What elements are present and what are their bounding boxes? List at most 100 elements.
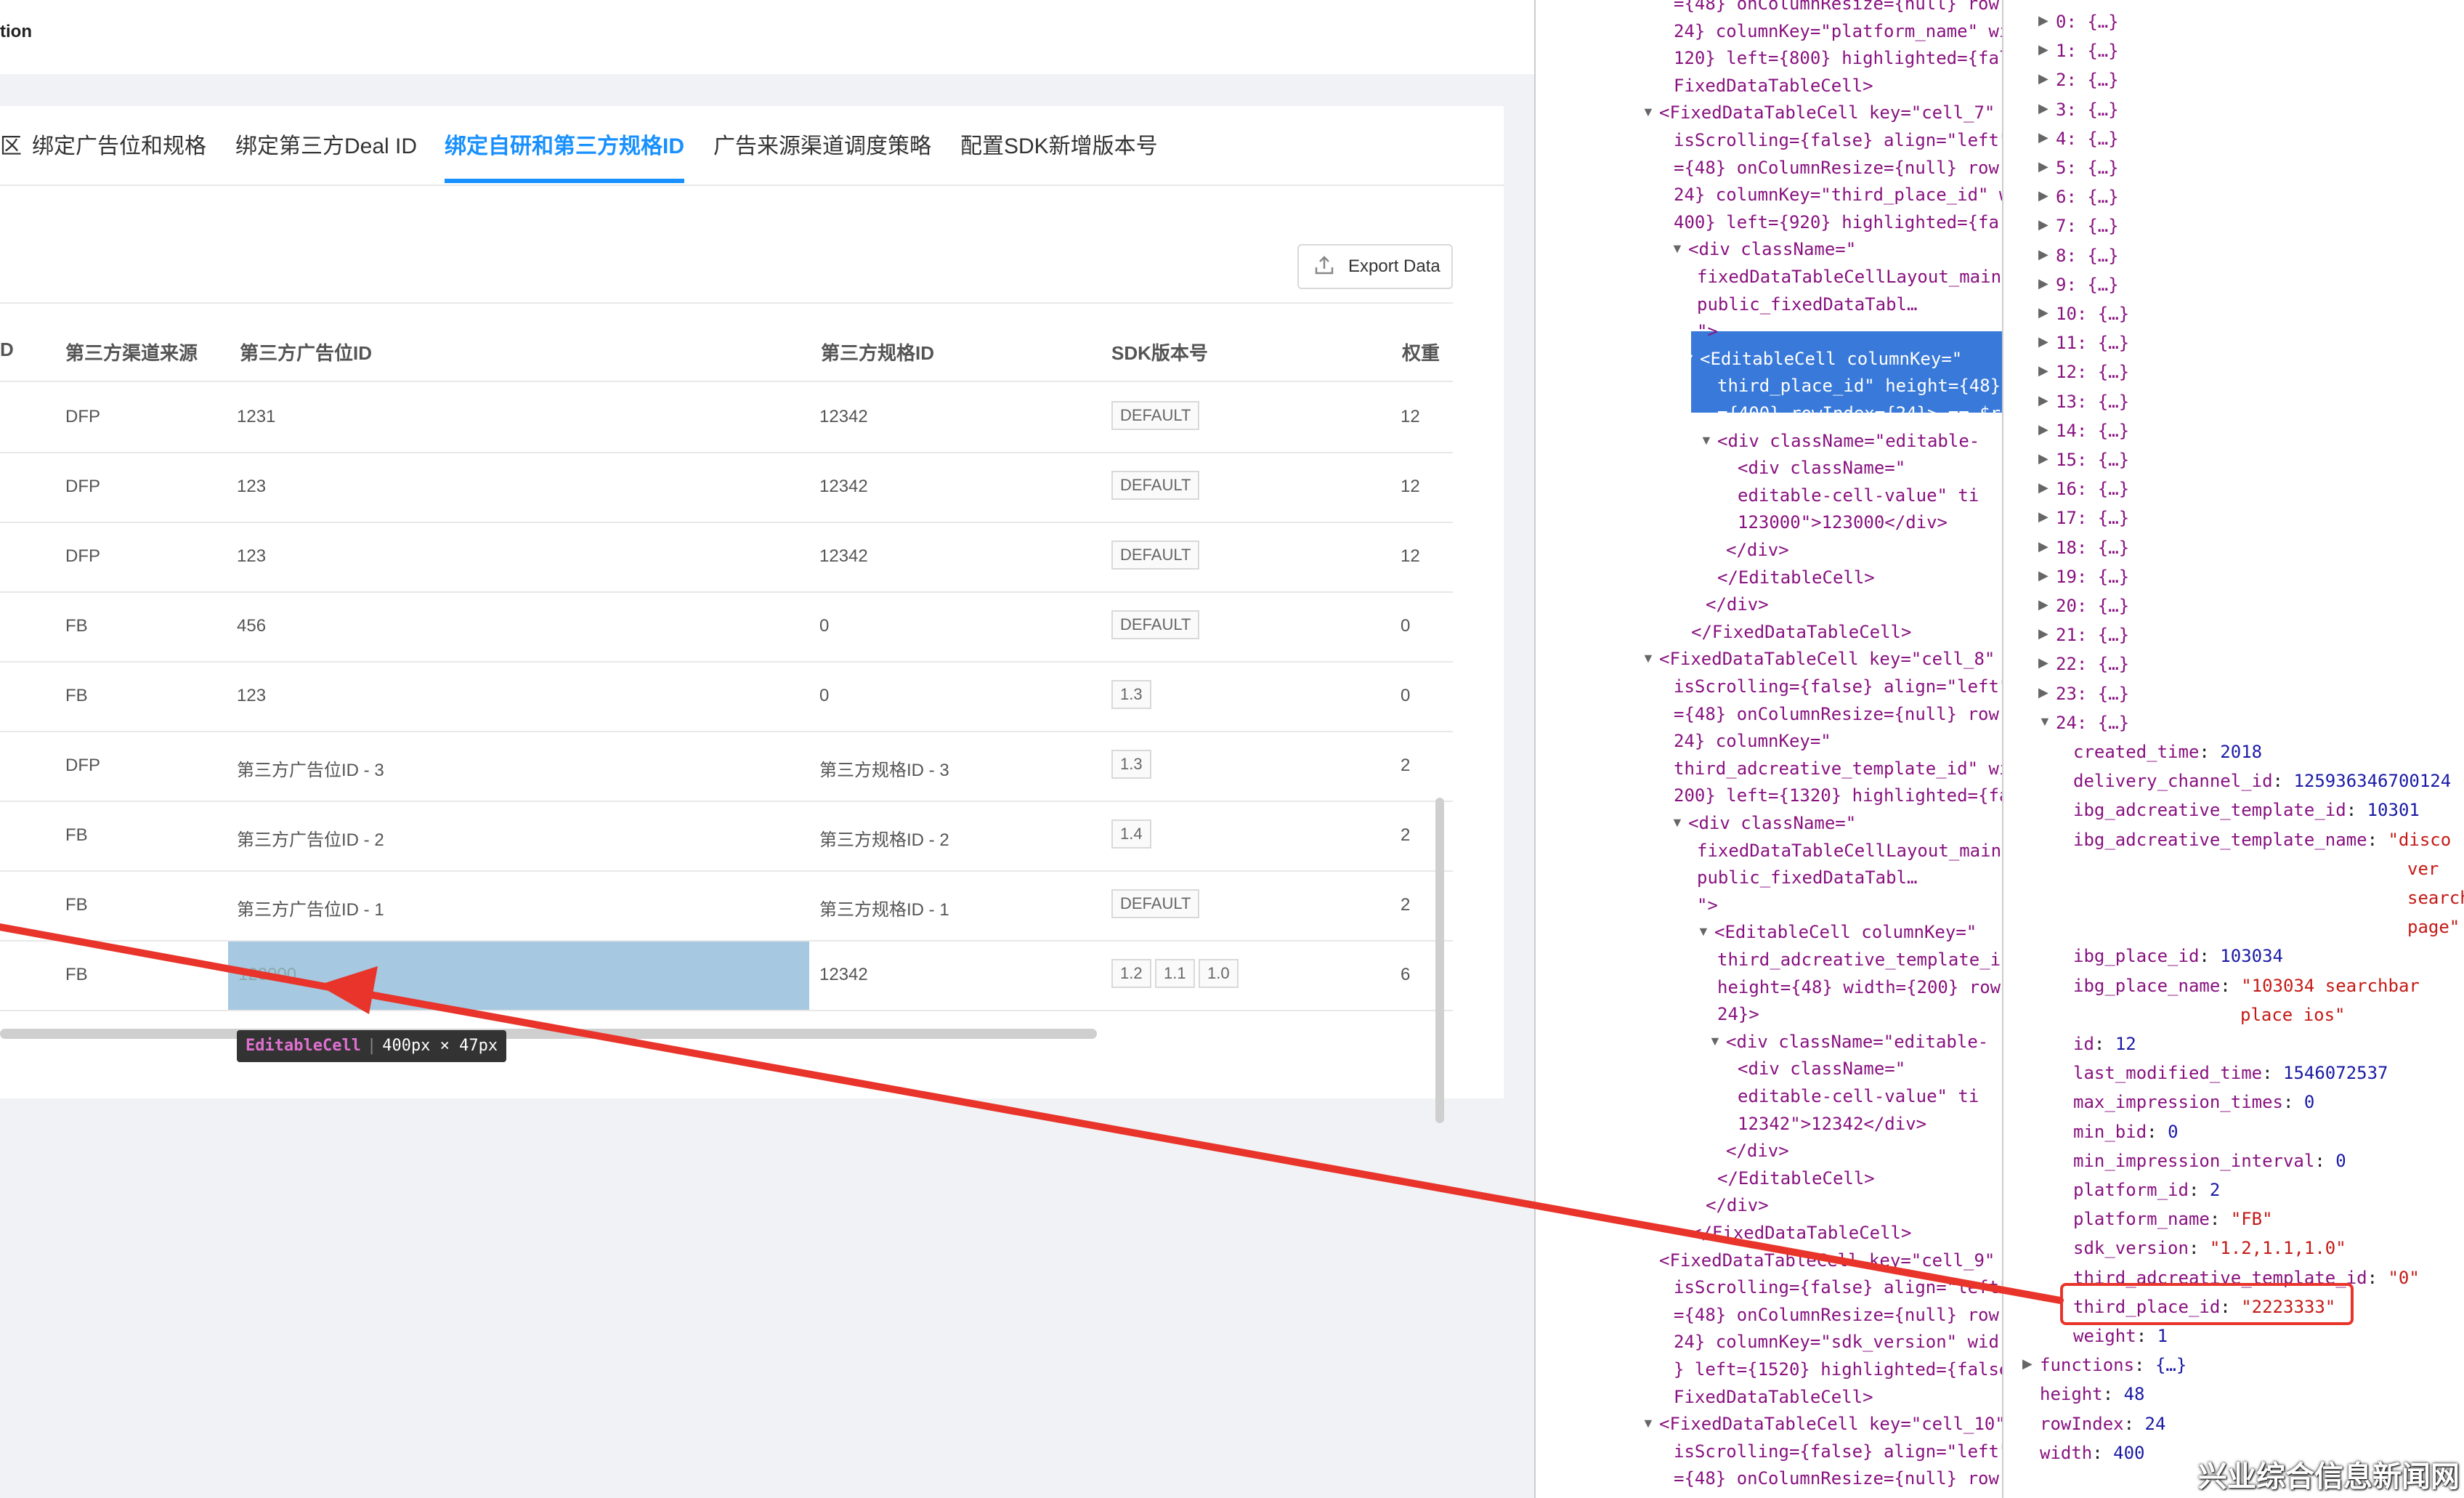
dom-tree-line[interactable]: <EditableCell columnKey=" (1714, 918, 1977, 946)
cell-third-ad-id[interactable]: 第三方广告位ID - 2 (237, 825, 384, 851)
expand-triangle-icon[interactable]: ▶ (2038, 217, 2048, 232)
dom-tree-line[interactable]: </div> (1726, 1137, 1789, 1165)
expand-triangle-icon[interactable]: ▶ (2038, 685, 2048, 700)
dom-tree-line[interactable]: 24} columnKey="platform_name" wi (1674, 17, 2002, 45)
sdk-version-tag[interactable]: 1.1 (1155, 959, 1195, 988)
expand-triangle-icon[interactable]: ▶ (2038, 101, 2048, 116)
cell-third-ad-id[interactable]: 456 (237, 616, 266, 636)
expand-triangle-icon[interactable]: ▶ (2038, 247, 2048, 262)
props-array-item[interactable]: 23: {…} (2056, 679, 2129, 708)
cell-third-spec-id[interactable]: 第三方规格ID - 3 (819, 756, 949, 781)
props-array-item[interactable]: 6: {…} (2056, 182, 2119, 211)
dom-tree-line[interactable]: third_place_id" height={48} (1717, 372, 2001, 400)
expand-triangle-icon[interactable]: ▶ (2022, 1356, 2033, 1372)
sdk-version-tag[interactable]: DEFAULT (1111, 541, 1200, 570)
dom-tree-line[interactable]: 24} columnKey="weight" width={80 (1674, 1492, 2002, 1498)
sdk-version-tag[interactable]: 1.4 (1111, 819, 1151, 849)
dom-tree-line[interactable]: ={48} onColumnResize={null} row (1674, 1301, 1999, 1329)
props-root-field[interactable]: width: 400 (2040, 1438, 2145, 1467)
dom-tree-line[interactable]: FixedDataTableCell> (1674, 1383, 1873, 1411)
expand-triangle-icon[interactable]: ▶ (2038, 539, 2048, 554)
cell-weight[interactable]: 6 (1401, 965, 1410, 985)
props-array-item[interactable]: 10: {…} (2056, 299, 2129, 328)
expand-triangle-icon[interactable]: ▶ (2038, 130, 2048, 145)
cell-third-spec-id[interactable]: 第三方规格ID - 1 (819, 895, 949, 920)
cell-channel[interactable]: DFP (65, 546, 100, 567)
dom-tree-line[interactable]: <div className=" (1738, 454, 1905, 482)
props-array-item[interactable]: 3: {…} (2056, 95, 2119, 124)
expand-triangle-icon[interactable]: ▼ (1642, 651, 1655, 666)
expand-triangle-icon[interactable]: ▶ (2038, 188, 2048, 203)
sdk-version-tag[interactable]: DEFAULT (1111, 471, 1200, 500)
props-array-item[interactable]: 5: {…} (2056, 153, 2119, 182)
props-array-item[interactable]: 20: {…} (2056, 591, 2129, 620)
props-array-item[interactable]: 4: {…} (2056, 124, 2119, 153)
props-array-item[interactable]: 22: {…} (2056, 649, 2129, 679)
sdk-version-tag[interactable]: 1.0 (1199, 959, 1239, 988)
sdk-version-tag[interactable]: 1.3 (1111, 680, 1151, 709)
export-data-button[interactable]: Export Data (1297, 244, 1453, 289)
cell-third-ad-id[interactable]: 123 (237, 686, 266, 706)
table-row[interactable]: 123000 FB 12342 6 1.2 1.1 1.0 (0, 942, 1453, 1011)
table-row[interactable]: DFP 123 12342 12 DEFAULT (0, 453, 1453, 523)
table-row[interactable]: FB 第三方广告位ID - 1 第三方规格ID - 1 2 DEFAULT (0, 872, 1453, 942)
dom-tree-line[interactable]: fixedDataTableCellLayout_main (1697, 263, 2001, 291)
dom-tree-line[interactable]: 400} left={920} highlighted={fa (1674, 208, 1999, 236)
dom-tree-line[interactable]: <FixedDataTableCell key="cell_7" (1659, 99, 1995, 126)
props-array-item[interactable]: 15: {…} (2056, 445, 2129, 474)
dom-tree-line[interactable]: FixedDataTableCell> (1674, 72, 1873, 100)
tab-partial[interactable]: 区 (0, 128, 22, 160)
props-array-item[interactable]: 17: {…} (2056, 503, 2129, 533)
cell-channel[interactable]: FB (65, 895, 88, 915)
props-array-item[interactable]: 14: {…} (2056, 416, 2129, 445)
cell-third-ad-id[interactable]: 第三方广告位ID - 3 (237, 756, 384, 781)
tab-bind-spec-id[interactable]: 绑定自研和第三方规格ID (445, 128, 684, 160)
dom-tree-line[interactable]: <div className=" (1738, 1055, 1905, 1082)
props-array-item[interactable]: 13: {…} (2056, 387, 2129, 416)
cell-third-ad-id[interactable]: 123000 (238, 965, 296, 985)
cell-weight[interactable]: 0 (1401, 686, 1410, 706)
expand-triangle-icon[interactable]: ▼ (1671, 815, 1684, 830)
cell-channel[interactable]: FB (65, 616, 88, 636)
dom-tree-line[interactable]: <div className="editable- (1726, 1028, 1988, 1056)
col-header-weight[interactable]: 权重 (1402, 339, 1440, 365)
sdk-version-tag[interactable]: 1.2 (1111, 959, 1151, 988)
props-array-item[interactable]: 2: {…} (2056, 65, 2119, 94)
dom-tree-line[interactable]: isScrolling={false} align="left" (1674, 126, 2002, 154)
dom-tree-line[interactable]: 24}> (1717, 1000, 1759, 1028)
table-row[interactable]: FB 123 0 0 1.3 (0, 663, 1453, 732)
expand-triangle-icon[interactable]: ▼ (2038, 714, 2051, 729)
sdk-version-tag[interactable]: 1.3 (1111, 750, 1151, 779)
dom-tree-line[interactable]: "> (1697, 891, 1718, 919)
dom-tree-line[interactable]: public_fixedDataTabl… (1697, 291, 1917, 318)
expand-triangle-icon[interactable]: ▶ (2038, 626, 2048, 641)
cell-channel[interactable]: DFP (65, 756, 100, 776)
dom-tree-line[interactable]: 120} left={800} highlighted={fal (1674, 44, 2002, 72)
col-header-third-ad-id[interactable]: 第三方广告位ID (240, 339, 372, 365)
col-header-id[interactable]: D (0, 339, 14, 361)
dom-tree-line[interactable]: ={48} onColumnResize={null} row (1674, 1465, 1999, 1492)
expand-triangle-icon[interactable]: ▼ (1642, 1416, 1655, 1431)
expand-triangle-icon[interactable]: ▶ (2038, 42, 2048, 57)
dom-tree-line[interactable]: ={48} onColumnResize={null} row (1674, 154, 1999, 182)
dom-tree-line[interactable]: <EditableCell columnKey=" (1700, 345, 1962, 373)
vertical-scrollbar[interactable] (1435, 798, 1444, 1123)
props-array-item[interactable]: 8: {…} (2056, 241, 2119, 270)
dom-tree-line[interactable]: </div> (1706, 591, 1769, 618)
props-root-field[interactable]: height: 48 (2040, 1380, 2145, 1409)
expand-triangle-icon[interactable]: ▼ (1682, 351, 1695, 366)
expand-triangle-icon[interactable]: ▶ (2038, 13, 2048, 28)
expand-triangle-icon[interactable]: ▶ (2038, 568, 2048, 583)
props-root-field[interactable]: functions: {…} (2040, 1351, 2187, 1380)
dom-tree-line[interactable]: ={400} rowIndex={24}> == $r (1717, 400, 2001, 427)
dom-tree-line[interactable]: </div> (1726, 536, 1789, 564)
expand-triangle-icon[interactable]: ▶ (2038, 159, 2048, 174)
dom-tree-line[interactable]: isScrolling={false} align="left" (1674, 1438, 2002, 1465)
tab-channel-strategy[interactable]: 广告来源渠道调度策略 (713, 128, 931, 160)
props-array-item[interactable]: 18: {…} (2056, 533, 2129, 562)
expand-triangle-icon[interactable]: ▼ (1709, 1034, 1722, 1049)
cell-third-spec-id[interactable]: 0 (819, 616, 829, 636)
dom-tree-line[interactable]: <FixedDataTableCell key="cell_9" (1659, 1247, 1995, 1274)
cell-third-spec-id[interactable]: 0 (819, 686, 829, 706)
dom-tree-line[interactable]: fixedDataTableCellLayout_main (1697, 837, 2001, 865)
